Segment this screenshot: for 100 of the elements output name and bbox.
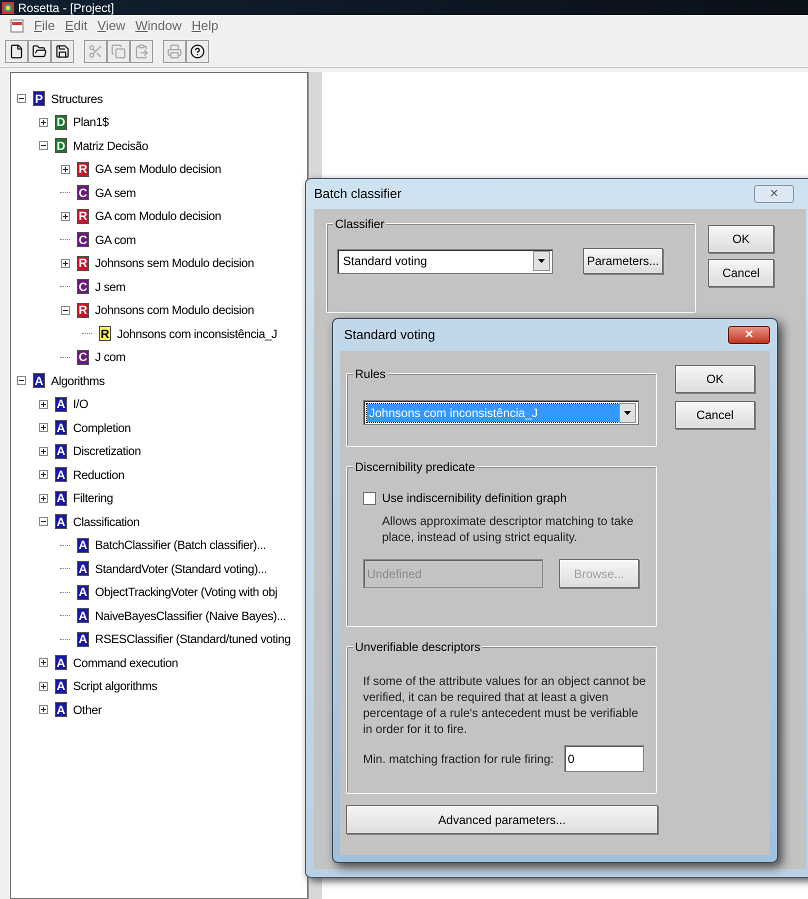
tree-item[interactable]: J com (95, 348, 126, 366)
expand-toggle[interactable] (60, 212, 70, 221)
classifier-dropdown[interactable]: Standard voting (337, 248, 553, 274)
tree-item[interactable]: Algorithms (51, 372, 105, 390)
tree-item[interactable]: BatchClassifier (Batch classifier)... (95, 536, 266, 554)
tree-item[interactable]: NaiveBayesClassifier (Naive Bayes)... (95, 606, 286, 625)
plus-icon (40, 472, 46, 478)
node-badge: D (55, 114, 67, 130)
tree-item[interactable]: Plan1$ (73, 113, 109, 132)
minus-icon (40, 143, 46, 148)
printer-icon (167, 44, 182, 59)
document-button[interactable] (5, 40, 28, 63)
expand-toggle[interactable] (60, 164, 70, 174)
document-icon (9, 44, 24, 59)
close-button[interactable]: ✕ (754, 185, 794, 203)
node-badge: R (77, 162, 89, 177)
expand-toggle[interactable] (38, 446, 48, 456)
expand-toggle[interactable] (38, 658, 48, 668)
collapse-toggle[interactable] (16, 376, 26, 386)
node-badge: C (77, 279, 89, 294)
dialog-title: Standard voting (344, 326, 436, 344)
minus-icon (18, 96, 24, 102)
minus-icon (18, 378, 24, 384)
tree-item[interactable]: Reduction (73, 466, 124, 484)
tree-item[interactable]: ObjectTrackingVoter (Voting with obj (95, 583, 278, 602)
node-badge: A (55, 655, 67, 670)
ok-button[interactable]: OK (675, 365, 755, 393)
folder-button[interactable] (28, 40, 51, 63)
plus-icon (40, 707, 46, 712)
node-badge: A (55, 467, 67, 482)
cancel-button[interactable]: Cancel (708, 259, 774, 287)
tree-item[interactable]: RSESClassifier (Standard/tuned voting (95, 630, 291, 648)
cancel-button[interactable]: Cancel (675, 401, 755, 429)
advanced-parameters-button[interactable]: Advanced parameters... (346, 805, 658, 834)
tree-item[interactable]: Classification (73, 512, 140, 531)
node-badge: A (77, 538, 89, 553)
description-text: Allows approximate descriptor matching to take place, instead of using strict equality. (382, 513, 634, 545)
expand-toggle[interactable] (38, 494, 48, 503)
tree-item[interactable]: Script algorithms (73, 677, 158, 696)
plus-icon (40, 496, 46, 501)
tree-item[interactable]: GA com (95, 230, 136, 249)
node-badge: R (77, 302, 89, 318)
expand-toggle[interactable] (38, 423, 48, 432)
menu-item[interactable]: File (34, 16, 55, 36)
expand-toggle[interactable] (38, 682, 48, 691)
plus-icon (40, 425, 46, 430)
tree-item[interactable]: Other (73, 700, 102, 719)
tree-item[interactable]: J sem (95, 278, 126, 296)
tree-item[interactable]: GA sem (95, 184, 136, 202)
tree-item[interactable]: GA sem Modulo decision (95, 160, 222, 178)
node-badge: A (33, 373, 45, 388)
expand-toggle[interactable] (38, 400, 48, 409)
tree-item[interactable]: Command execution (73, 654, 178, 672)
plus-icon (40, 660, 46, 666)
tree-item[interactable]: StandardVoter (Standard voting)... (95, 560, 267, 578)
help-icon (190, 44, 205, 59)
tree-item[interactable]: Structures (51, 90, 103, 108)
menu-item[interactable]: Edit (64, 16, 88, 36)
tree-item[interactable]: GA com Modulo decision (95, 207, 222, 226)
tree-item[interactable]: Discretization (73, 442, 141, 460)
node-badge: R (77, 256, 89, 271)
tree-item[interactable]: Johnsons com inconsistência_J (117, 324, 278, 343)
ok-button[interactable]: OK (708, 225, 774, 253)
expand-toggle[interactable] (60, 258, 70, 268)
tree-item[interactable]: Johnsons sem Modulo decision (95, 254, 254, 272)
expand-toggle[interactable] (38, 705, 48, 714)
tree-item[interactable]: I/O (73, 395, 88, 414)
parameters-button[interactable]: Parameters... (583, 248, 663, 274)
node-badge: R (99, 326, 111, 342)
save-button[interactable] (51, 40, 74, 63)
tree-item[interactable]: Matriz Decisão (73, 136, 148, 155)
plus-icon (40, 402, 46, 407)
node-badge: P (33, 91, 45, 106)
collapse-toggle[interactable] (16, 94, 26, 104)
minus-icon (40, 519, 46, 524)
checkbox[interactable] (363, 492, 376, 504)
help-button[interactable] (186, 40, 209, 63)
node-badge: D (55, 138, 67, 154)
app-icon (2, 2, 14, 14)
node-badge: A (55, 490, 67, 506)
node-badge: A (77, 561, 89, 576)
fraction-field[interactable]: 0 (564, 745, 644, 772)
dialog-title: Batch classifier (314, 185, 402, 204)
menu-item[interactable]: View (97, 16, 126, 36)
node-badge: C (77, 350, 89, 365)
menu-item[interactable]: Window (135, 16, 182, 36)
tree-item[interactable]: Completion (73, 418, 131, 437)
collapse-toggle[interactable] (60, 306, 70, 315)
collapse-toggle[interactable] (38, 141, 48, 150)
expand-toggle[interactable] (38, 118, 48, 127)
plus-icon (62, 166, 68, 172)
node-badge: R (77, 208, 89, 224)
tree-item[interactable]: Filtering (73, 489, 113, 508)
tree-item[interactable]: Johnsons com Modulo decision (95, 301, 254, 320)
node-badge: A (77, 608, 89, 624)
field-label: Min. matching fraction for rule firing: (363, 750, 554, 768)
menu-item[interactable]: Help (192, 16, 218, 36)
minus-icon (62, 308, 68, 313)
collapse-toggle[interactable] (38, 517, 48, 526)
expand-toggle[interactable] (38, 470, 48, 480)
